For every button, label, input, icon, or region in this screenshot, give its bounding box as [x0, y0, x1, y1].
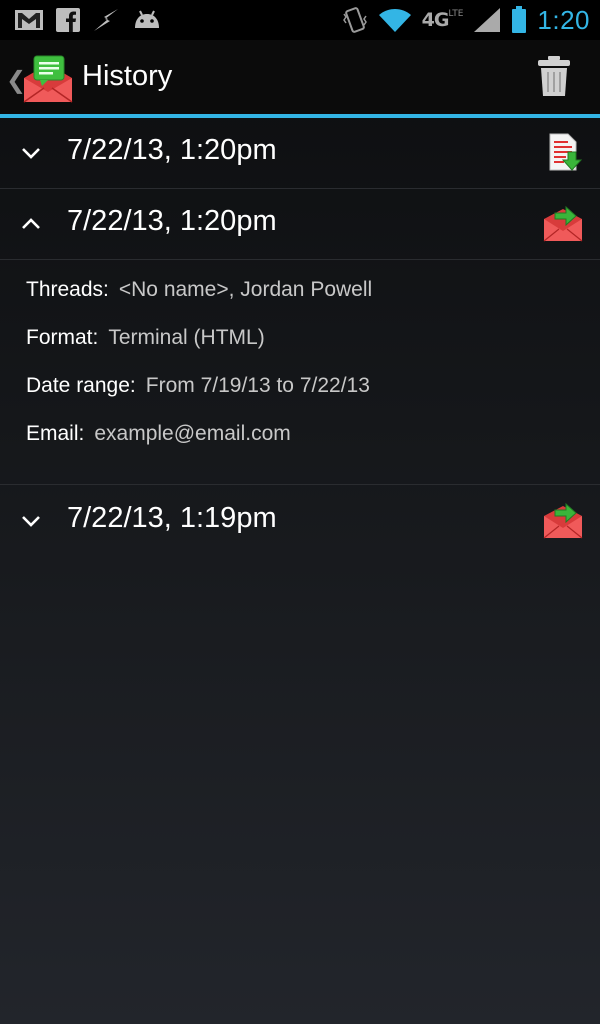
detail-value: Terminal (HTML)	[108, 326, 265, 349]
battery-icon	[512, 6, 527, 33]
page-title: History	[82, 60, 173, 92]
network-type: 4GLTE	[421, 9, 464, 31]
trash-icon[interactable]	[534, 54, 574, 98]
history-item[interactable]: 7/22/13, 1:20pm	[0, 189, 600, 259]
history-item[interactable]: 7/22/13, 1:20pm	[0, 118, 600, 188]
detail-value: <No name>, Jordan Powell	[118, 278, 373, 301]
history-item[interactable]: 7/22/13, 1:19pm	[0, 486, 600, 556]
detail-label: Format:	[26, 326, 99, 349]
chevron-down-icon	[22, 148, 40, 159]
detail-value: From 7/19/13 to 7/22/13	[145, 374, 370, 397]
detail-value: example@email.com	[94, 422, 291, 445]
vibrate-icon	[342, 7, 367, 33]
status-bar: 4GLTE 1:20	[0, 0, 600, 40]
app-logo-icon	[23, 55, 73, 103]
android-icon	[135, 10, 159, 28]
notification-icons	[14, 6, 162, 34]
detail-label: Threads:	[26, 278, 109, 301]
history-item-date: 7/22/13, 1:20pm	[67, 134, 277, 166]
home-up-button[interactable]: ❮	[0, 40, 80, 114]
system-icons: 4GLTE 1:20	[342, 4, 590, 36]
detail-format: Format: Terminal (HTML)	[26, 326, 586, 374]
signal-icon	[474, 8, 501, 32]
history-item-details: Threads: <No name>, Jordan Powell Format:…	[26, 278, 586, 470]
email-send-icon	[543, 502, 583, 539]
history-item-date: 7/22/13, 1:19pm	[67, 502, 277, 534]
wifi-icon	[378, 9, 411, 32]
detail-threads: Threads: <No name>, Jordan Powell	[26, 278, 586, 326]
detail-label: Email:	[26, 422, 85, 445]
clock: 1:20	[537, 4, 590, 35]
facebook-icon	[56, 8, 80, 32]
gmail-icon	[15, 10, 43, 30]
file-download-icon	[549, 133, 583, 171]
action-bar: ❮ History	[0, 40, 600, 114]
detail-date-range: Date range: From 7/19/13 to 7/22/13	[26, 374, 586, 422]
detail-label: Date range:	[26, 374, 136, 397]
chevron-up-icon	[22, 218, 40, 229]
email-send-icon	[543, 205, 583, 242]
chevron-down-icon	[22, 516, 40, 527]
history-item-date: 7/22/13, 1:20pm	[67, 205, 277, 237]
divider	[0, 484, 600, 485]
detail-email: Email: example@email.com	[26, 422, 586, 470]
flash-icon	[94, 9, 118, 31]
divider	[0, 259, 600, 260]
